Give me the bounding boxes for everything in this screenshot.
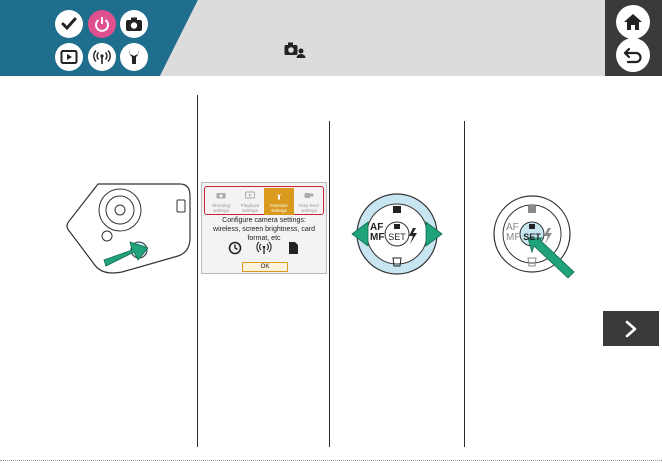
- back-icon: [623, 47, 642, 64]
- divider: [329, 121, 330, 447]
- card-icon: [287, 241, 299, 260]
- back-button[interactable]: [616, 38, 650, 72]
- control-dial-illustration: AF MF SET: [350, 188, 444, 280]
- screen-description: Configure camera settings: wireless, scr…: [213, 217, 315, 242]
- tab-disp-level-settings[interactable]: Disp level settings: [294, 188, 324, 215]
- set-button-illustration: AF MF SET: [488, 188, 584, 288]
- dial-mf-label: MF: [370, 232, 385, 243]
- tab-label: Disp level settings: [299, 203, 319, 213]
- chevron-right-icon: [625, 320, 637, 337]
- camera-screen: Shooting settings Playback settings Func…: [201, 182, 327, 274]
- dial-set-label: SET: [523, 232, 541, 242]
- power-icon[interactable]: [88, 10, 116, 38]
- camera-body-illustration: [62, 180, 196, 280]
- tab-shooting-settings[interactable]: Shooting settings: [206, 188, 236, 215]
- wireless-icon[interactable]: [88, 43, 116, 71]
- home-icon: [624, 14, 642, 30]
- home-button[interactable]: [616, 5, 650, 39]
- next-page-button[interactable]: [603, 311, 659, 346]
- divider: [197, 95, 198, 447]
- tab-label: Function settings: [270, 203, 288, 213]
- wrench-icon[interactable]: [120, 43, 148, 71]
- tab-label: Playback settings: [240, 203, 260, 213]
- ok-button[interactable]: OK: [242, 262, 288, 272]
- tab-playback-settings[interactable]: Playback settings: [235, 188, 265, 215]
- top-bar: [0, 0, 662, 76]
- bottom-rule: [0, 460, 662, 461]
- tab-label: Shooting settings: [211, 203, 231, 213]
- wireless-icon: [256, 241, 272, 260]
- tab-function-settings[interactable]: Function settings: [264, 188, 294, 215]
- camera-user-icon: [284, 42, 306, 63]
- divider: [464, 121, 465, 447]
- dial-set-label: SET: [388, 232, 406, 242]
- dial-mf-label: MF: [506, 232, 521, 243]
- playback-icon[interactable]: [55, 43, 83, 71]
- camera-icon[interactable]: [120, 10, 148, 38]
- clock-icon: [228, 241, 242, 260]
- check-icon[interactable]: [55, 10, 83, 38]
